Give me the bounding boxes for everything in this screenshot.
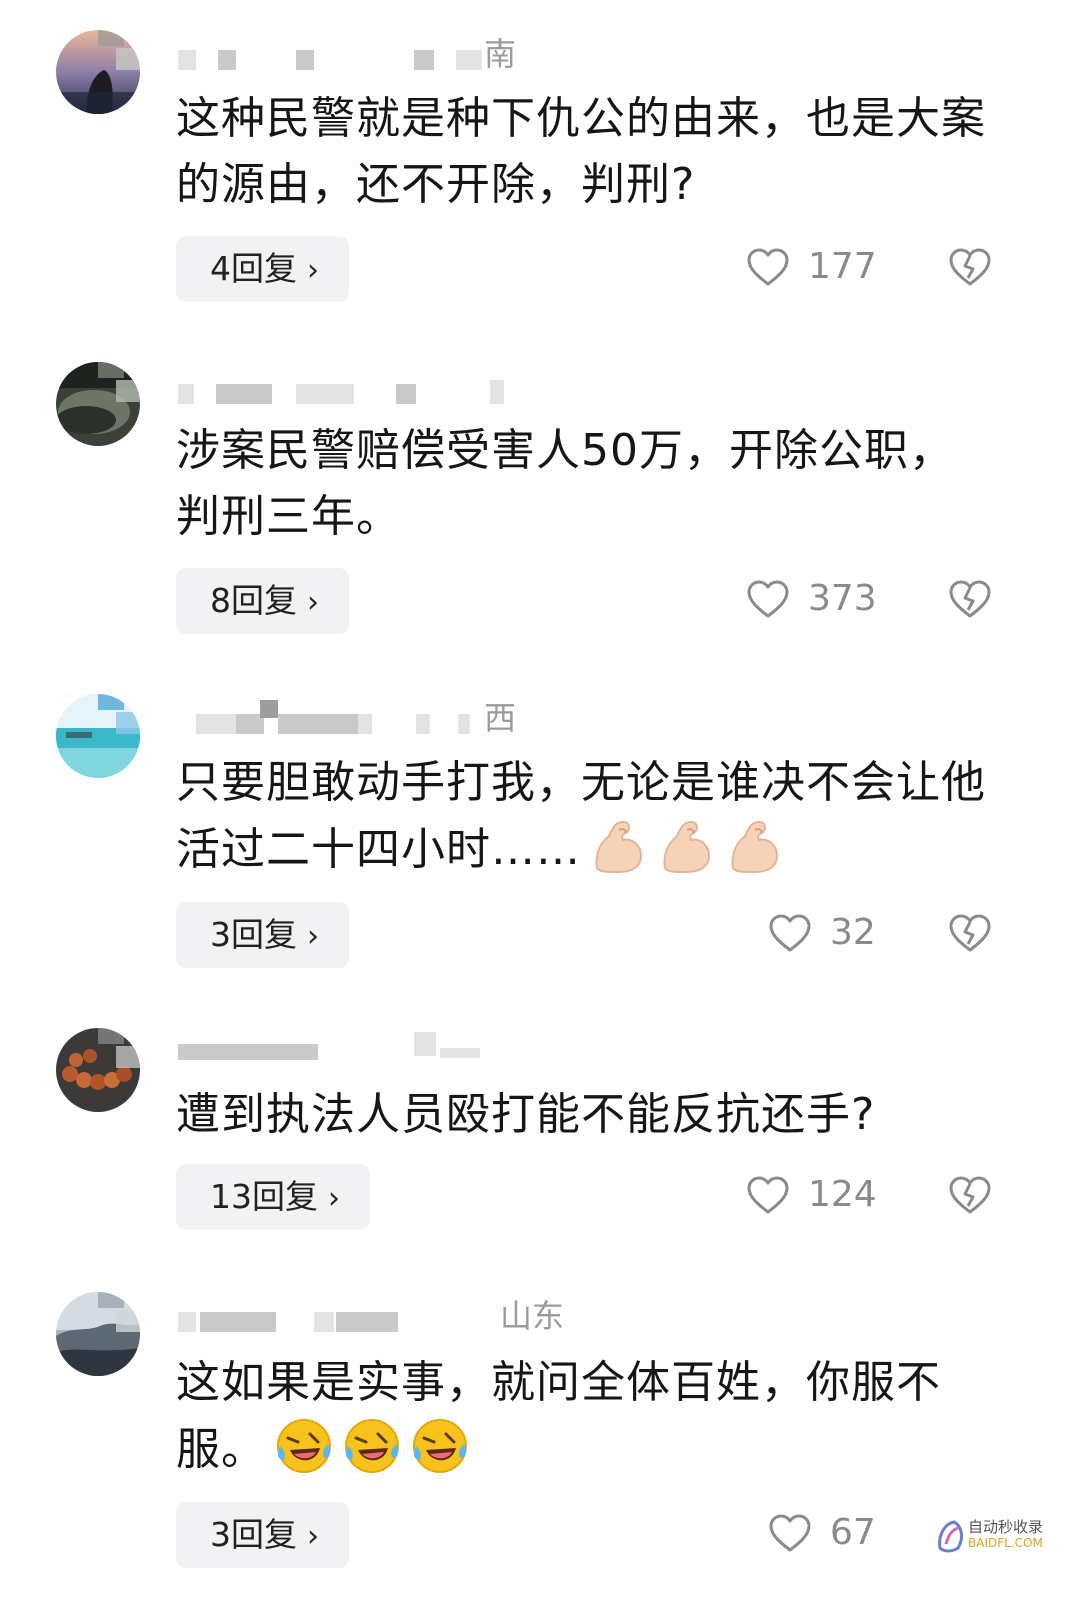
comment-text-body: 只要胆敢动手打我，无论是谁决不会让他活过二十四小时……	[176, 757, 986, 875]
rolling-laughing-icon	[277, 1419, 331, 1473]
reply-button[interactable]: 4回复 ›	[176, 236, 349, 302]
region-label: 南	[484, 35, 517, 73]
reply-count: 8回复	[210, 581, 297, 620]
avatar[interactable]	[56, 30, 140, 114]
chevron-right-icon: ›	[307, 585, 319, 620]
heart-icon	[769, 914, 811, 952]
broken-heart-icon[interactable]	[948, 1175, 992, 1215]
avatar[interactable]	[56, 362, 140, 446]
like-count: 32	[830, 912, 876, 953]
avatar[interactable]	[56, 1028, 140, 1112]
heart-icon	[769, 1514, 811, 1552]
watermark-line2: BAIDFL.COM	[968, 1536, 1043, 1550]
watermark-logo-icon	[938, 1520, 963, 1553]
reply-button[interactable]: 8回复 ›	[176, 568, 349, 634]
reply-button[interactable]: 3回复 ›	[176, 902, 349, 968]
heart-icon	[747, 248, 789, 286]
reply-count: 4回复	[210, 249, 297, 288]
rolling-laughing-icon	[413, 1419, 467, 1473]
reply-count: 3回复	[210, 1515, 297, 1554]
reply-button[interactable]: 13回复 ›	[176, 1164, 370, 1230]
heart-icon	[747, 580, 789, 618]
comment-text: 涉案民警赔偿受害人50万，开除公职，判刑三年。	[176, 425, 954, 542]
chevron-right-icon: ›	[307, 253, 319, 288]
watermark-line1: 自动秒收录	[968, 1518, 1044, 1536]
like-count: 177	[808, 246, 877, 287]
reply-count: 3回复	[210, 915, 297, 954]
like-button[interactable]: 67	[746, 1508, 886, 1558]
region-label: 西	[484, 699, 517, 737]
reply-count: 13回复	[210, 1177, 318, 1216]
like-button[interactable]: 124	[746, 1170, 886, 1220]
heart-icon	[747, 1176, 789, 1214]
chevron-right-icon: ›	[307, 919, 319, 954]
chevron-right-icon: ›	[328, 1181, 340, 1216]
like-button[interactable]: 32	[746, 908, 886, 958]
avatar[interactable]	[56, 1292, 140, 1376]
site-watermark: 自动秒收录 BAIDFL.COM	[936, 1512, 1066, 1562]
broken-heart-icon[interactable]	[948, 579, 992, 619]
flexed-biceps-icon	[663, 820, 711, 874]
like-button[interactable]: 177	[746, 242, 886, 292]
comment-text: 这如果是实事，就问全体百姓，你服不服。	[176, 1350, 996, 1483]
rolling-laughing-icon	[345, 1419, 399, 1473]
avatar[interactable]	[56, 694, 140, 778]
like-count: 124	[808, 1174, 877, 1215]
chevron-right-icon: ›	[307, 1519, 319, 1554]
region-label: 山东	[500, 1297, 565, 1335]
like-count: 67	[830, 1512, 876, 1553]
reply-button[interactable]: 3回复 ›	[176, 1502, 349, 1568]
comment-text: 只要胆敢动手打我，无论是谁决不会让他活过二十四小时……	[176, 750, 996, 883]
flexed-biceps-icon	[595, 820, 643, 874]
comment-text: 遭到执法人员殴打能不能反抗还手?	[176, 1089, 876, 1140]
like-count: 373	[808, 578, 877, 619]
flexed-biceps-icon	[731, 820, 779, 874]
comment-text: 这种民警就是种下仇公的由来，也是大案的源由，还不开除，判刑?	[176, 93, 986, 210]
broken-heart-icon[interactable]	[948, 247, 992, 287]
like-button[interactable]: 373	[746, 574, 886, 624]
broken-heart-icon[interactable]	[948, 913, 992, 953]
